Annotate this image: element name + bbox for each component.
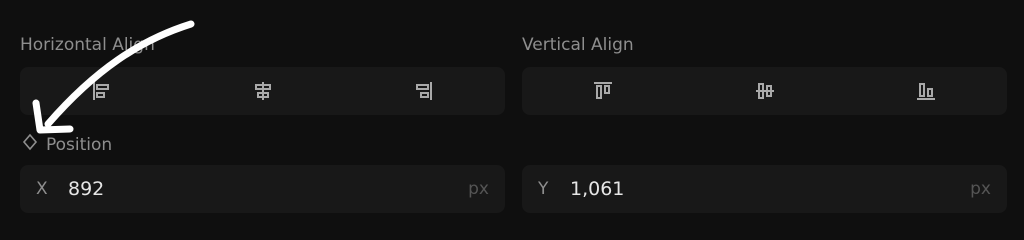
align-left-icon [89, 79, 113, 103]
align-right-button[interactable] [343, 67, 505, 115]
x-unit-label: px [468, 179, 489, 199]
align-left-button[interactable] [20, 67, 182, 115]
align-center-vertical-button[interactable] [684, 67, 846, 115]
vertical-align-group [522, 67, 1007, 115]
align-bottom-button[interactable] [845, 67, 1007, 115]
y-unit-label: px [970, 179, 991, 199]
align-right-icon [412, 79, 436, 103]
align-center-horizontal-icon [251, 79, 275, 103]
y-axis-label: Y [538, 179, 549, 199]
x-axis-label: X [36, 179, 48, 199]
align-center-vertical-icon [753, 79, 777, 103]
align-center-horizontal-button[interactable] [182, 67, 344, 115]
diamond-icon[interactable] [22, 133, 38, 156]
position-y-input[interactable] [570, 178, 971, 200]
align-top-icon [591, 79, 615, 103]
horizontal-align-label: Horizontal Align [20, 35, 155, 55]
align-top-button[interactable] [522, 67, 684, 115]
vertical-align-label: Vertical Align [522, 35, 634, 55]
position-x-field[interactable]: X px [20, 165, 505, 213]
position-y-field[interactable]: Y px [522, 165, 1007, 213]
position-label: Position [46, 134, 113, 155]
position-section: Position [22, 133, 112, 156]
position-x-input[interactable] [68, 178, 469, 200]
align-bottom-icon [914, 79, 938, 103]
horizontal-align-group [20, 67, 505, 115]
